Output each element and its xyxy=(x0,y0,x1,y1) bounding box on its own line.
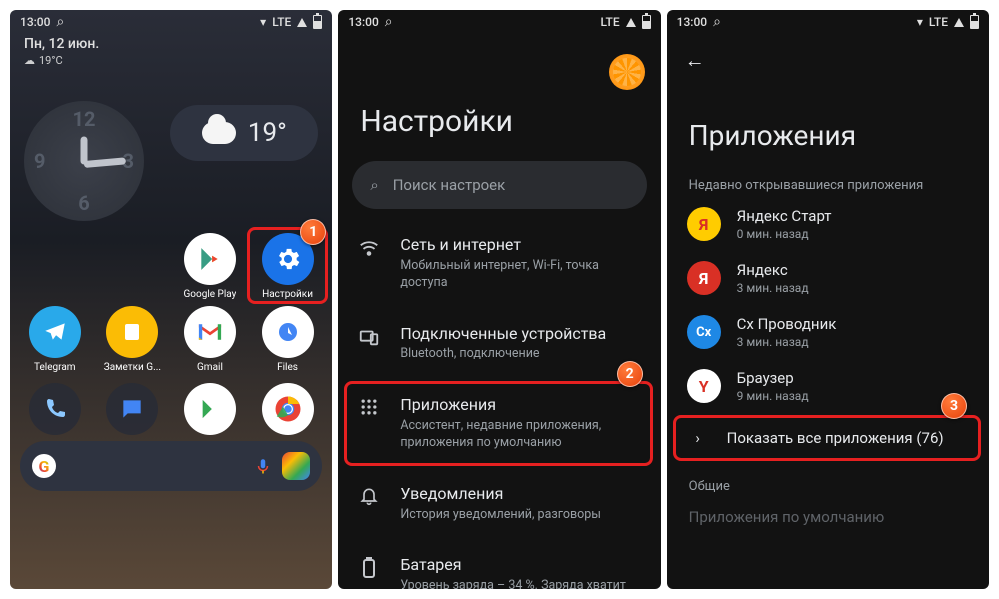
step-badge-3: 3 xyxy=(941,393,967,419)
dock-phone[interactable] xyxy=(18,383,92,435)
settings-battery[interactable]: БатареяУровень заряда – 34 %. Заряда хва… xyxy=(338,539,660,589)
phone-settings-screen: 13:00⌕ LTE Настройки ⌕ Поиск настроек Се… xyxy=(338,10,660,589)
search-icon: ⌕ xyxy=(385,14,393,30)
recent-app-yandex-start[interactable]: Я Яндекс Старт0 мин. назад xyxy=(667,197,989,251)
app-icon: Я xyxy=(687,207,721,241)
wifi-icon: ▾ xyxy=(260,15,266,29)
network-label: LTE xyxy=(272,15,291,29)
app-google-play[interactable]: Google Play xyxy=(173,233,247,300)
bell-icon xyxy=(358,486,380,506)
app-icon: Cx xyxy=(687,315,721,349)
settings-connected[interactable]: Подключенные устройстваBluetooth, подклю… xyxy=(338,308,660,380)
app-icon: Y xyxy=(687,369,721,403)
dock-playstore[interactable] xyxy=(173,383,247,435)
app-settings[interactable]: 1 Настройки xyxy=(251,233,325,300)
back-button[interactable]: ← xyxy=(667,32,989,73)
chevron-right-icon: › xyxy=(687,429,709,447)
devices-icon xyxy=(358,326,380,348)
app-icon: Я xyxy=(687,261,721,295)
wifi-icon: ▾ xyxy=(917,15,923,29)
dock-messages[interactable] xyxy=(96,383,170,435)
recent-app-cx[interactable]: Cx Cx Проводник3 мин. назад xyxy=(667,305,989,359)
signal-icon xyxy=(297,18,307,27)
camera-icon[interactable] xyxy=(282,452,310,480)
wifi-icon xyxy=(358,237,380,259)
profile-avatar[interactable] xyxy=(609,54,645,90)
battery-icon xyxy=(642,15,651,29)
temp-small[interactable]: ☁ 19°C xyxy=(10,52,332,69)
settings-search[interactable]: ⌕ Поиск настроек xyxy=(352,161,646,209)
phone-home-screen: 13:00 ⌕ ▾ LTE Пн, 12 июн. ☁ 19°C 12369 19°… xyxy=(10,10,332,589)
page-title: Приложения xyxy=(667,73,989,170)
apps-grid-icon xyxy=(358,397,380,417)
clock-widget[interactable]: 12369 xyxy=(24,101,144,221)
section-recent: Недавно открывавшиеся приложения xyxy=(667,170,989,197)
weather-temp: 19° xyxy=(248,118,287,148)
search-icon: ⌕ xyxy=(713,14,721,30)
page-title: Настройки xyxy=(338,32,660,161)
battery-icon xyxy=(970,15,979,29)
google-search-bar[interactable]: G xyxy=(20,441,322,491)
status-bar: 13:00⌕ LTE xyxy=(338,10,660,32)
phone-apps-screen: 13:00⌕ ▾LTE ← Приложения Недавно открыва… xyxy=(667,10,989,589)
step-badge-1: 1 xyxy=(300,219,326,245)
settings-notifications[interactable]: УведомленияИстория уведомлений, разговор… xyxy=(338,468,660,540)
status-bar: 13:00⌕ ▾LTE xyxy=(667,10,989,32)
battery-item-icon xyxy=(358,557,380,579)
app-notes[interactable]: Заметки G... xyxy=(96,306,170,373)
battery-icon xyxy=(313,15,322,29)
signal-icon xyxy=(954,18,964,27)
section-general: Общие xyxy=(667,463,989,498)
status-time: 13:00 xyxy=(20,15,50,29)
date-widget[interactable]: Пн, 12 июн. xyxy=(10,32,332,52)
app-gmail[interactable]: Gmail xyxy=(173,306,247,373)
cloud-icon xyxy=(202,122,236,144)
recent-app-yandex[interactable]: Я Яндекс3 мин. назад xyxy=(667,251,989,305)
default-apps-row[interactable]: Приложения по умолчанию xyxy=(667,498,989,526)
settings-apps[interactable]: 2 ПриложенияАссистент, недавние приложен… xyxy=(338,379,660,468)
status-bar: 13:00 ⌕ ▾ LTE xyxy=(10,10,332,32)
google-logo-icon: G xyxy=(32,454,56,478)
dock-chrome[interactable] xyxy=(251,383,325,435)
signal-icon xyxy=(626,18,636,27)
app-telegram[interactable]: Telegram xyxy=(18,306,92,373)
weather-widget[interactable]: 19° xyxy=(170,105,318,161)
app-files[interactable]: Files xyxy=(251,306,325,373)
show-all-apps[interactable]: 3 › Показать все приложения (76) xyxy=(667,413,989,463)
search-icon: ⌕ xyxy=(56,14,64,30)
mic-icon[interactable] xyxy=(254,455,272,477)
step-badge-2: 2 xyxy=(617,361,643,387)
settings-network[interactable]: Сеть и интернетМобильный интернет, Wi-Fi… xyxy=(338,219,660,308)
search-icon: ⌕ xyxy=(370,176,378,194)
search-placeholder: Поиск настроек xyxy=(393,176,506,194)
